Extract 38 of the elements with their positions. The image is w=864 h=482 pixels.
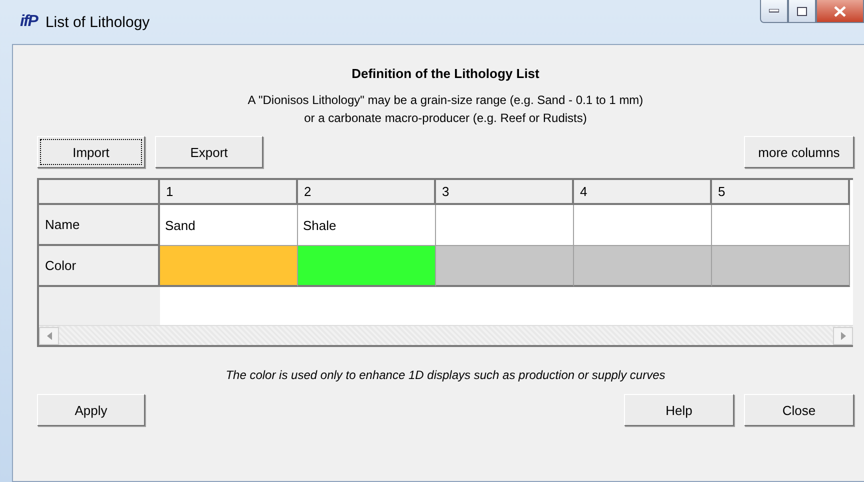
color-swatch[interactable] xyxy=(298,246,436,287)
table-cell[interactable] xyxy=(436,205,574,246)
table-cell[interactable]: Shale xyxy=(298,205,436,246)
button[interactable]: Export xyxy=(155,136,263,168)
maximize-icon xyxy=(797,6,807,16)
dialog-heading: Definition of the Lithology List xyxy=(350,66,540,81)
color-swatch[interactable] xyxy=(574,246,712,287)
color-swatch[interactable] xyxy=(712,246,850,287)
close-icon xyxy=(834,6,846,16)
row-header: Color xyxy=(39,246,160,287)
minimize-button[interactable] xyxy=(760,0,788,23)
horizontal-scrollbar[interactable] xyxy=(39,325,853,345)
maximize-button[interactable] xyxy=(788,0,816,23)
button[interactable]: more columns xyxy=(744,136,854,168)
app-logo: ifP xyxy=(20,13,38,31)
column-header: 5 xyxy=(712,180,850,205)
color-swatch[interactable] xyxy=(436,246,574,287)
note-text: The color is used only to enhance 1D displays such as production or supply curves xyxy=(224,368,666,382)
close-button[interactable] xyxy=(816,0,864,23)
color-swatch[interactable] xyxy=(160,246,298,287)
row-header: Name xyxy=(39,205,160,246)
column-header: 3 xyxy=(436,180,574,205)
table-cell[interactable] xyxy=(712,205,850,246)
table-cell[interactable] xyxy=(574,205,712,246)
minimize-icon xyxy=(769,9,779,13)
column-header: 4 xyxy=(574,180,712,205)
window-title: List of Lithology xyxy=(45,14,150,30)
column-header: 1 xyxy=(160,180,298,205)
description-text: A "Dionisos Lithology" may be a grain-size range (e.g. Sand - 0.1 to 1 mm) xyxy=(246,92,644,109)
button[interactable]: Help xyxy=(624,394,734,426)
button[interactable]: Apply xyxy=(37,394,145,426)
button[interactable]: Import xyxy=(37,136,145,168)
button[interactable]: Close xyxy=(744,394,854,426)
column-header: 2 xyxy=(298,180,436,205)
scroll-left-icon xyxy=(46,332,52,340)
description-text: or a carbonate macro-producer (e.g. Reef or Rudists) xyxy=(303,110,588,127)
table-cell[interactable]: Sand xyxy=(160,205,298,246)
scroll-right-icon xyxy=(840,332,846,340)
